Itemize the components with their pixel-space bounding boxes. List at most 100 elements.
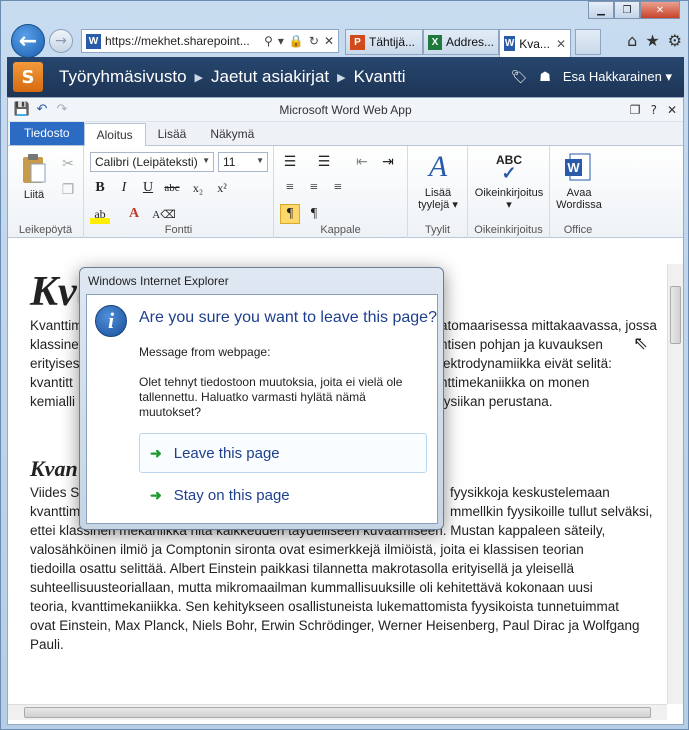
leave-page-dialog: Windows Internet Explorer i Are you sure… — [79, 267, 444, 530]
chevron-right-icon: ▶ — [194, 71, 204, 84]
sharepoint-bar: S Työryhmäsivusto ▶ Jaetut asiakirjat ▶ … — [7, 57, 684, 97]
redo-icon[interactable]: ↷ — [52, 101, 72, 119]
refresh-icon[interactable]: ↻ — [309, 34, 319, 48]
address-text: https://mekhet.sharepoint... — [105, 34, 250, 48]
svg-text:W: W — [567, 160, 580, 175]
dropdown-icon[interactable]: ▾ — [278, 34, 284, 48]
bullets-icon[interactable]: ☰ — [280, 152, 300, 172]
mouse-pointer-icon: ⇖ — [633, 333, 649, 354]
tab-word-active[interactable]: W Kva... ✕ — [499, 29, 571, 57]
cut-icon[interactable]: ✂ — [58, 154, 78, 174]
tab-label: Tähtijä... — [369, 35, 416, 49]
maximize-button[interactable]: ❐ — [614, 1, 640, 19]
user-menu[interactable]: Esa Hakkarainen ▾ — [563, 69, 672, 85]
open-in-word-button[interactable]: W Avaa Wordissa — [554, 150, 604, 211]
sharepoint-logo-icon[interactable]: S — [13, 62, 43, 92]
dialog-title: Windows Internet Explorer — [88, 274, 229, 288]
tab-file[interactable]: Tiedosto — [10, 121, 84, 145]
vertical-scrollbar[interactable] — [667, 264, 683, 704]
tab-powerpoint[interactable]: P Tähtijä... — [345, 29, 423, 55]
decrease-indent-icon[interactable]: ⇤ — [352, 152, 372, 172]
tag-icon[interactable]: 🏷 — [511, 69, 528, 85]
leave-page-button[interactable]: ➜ Leave this page — [139, 433, 427, 473]
breadcrumb-library[interactable]: Jaetut asiakirjat — [211, 67, 329, 87]
office-group: W Avaa Wordissa Office — [550, 146, 606, 238]
restore-icon[interactable]: ❐ — [630, 103, 641, 117]
forward-button[interactable]: → — [49, 29, 73, 53]
back-button[interactable]: ← — [11, 24, 45, 58]
chevron-right-icon: ▶ — [337, 71, 346, 84]
breadcrumb-site[interactable]: Työryhmäsivusto — [59, 67, 187, 87]
strikethrough-button[interactable]: abc — [162, 178, 182, 198]
tab-home[interactable]: Aloitus — [83, 123, 146, 146]
numbering-icon[interactable]: ☰ — [314, 152, 334, 172]
minimize-button[interactable]: ▁ — [588, 1, 614, 19]
more-styles-button[interactable]: A Lisää tyylejä ▾ — [414, 150, 462, 212]
help-icon[interactable]: ? — [651, 103, 657, 117]
home-icon[interactable]: ⌂ — [627, 31, 637, 50]
tab-view[interactable]: Näkymä — [198, 123, 266, 145]
group-label-clipboard: Leikepöytä — [18, 224, 73, 236]
font-size-select[interactable]: 11 ▼ — [218, 152, 268, 172]
new-tab-button[interactable] — [575, 29, 601, 55]
stay-on-page-button[interactable]: ➜ Stay on this page — [139, 475, 427, 515]
increase-indent-icon[interactable]: ⇥ — [378, 152, 398, 172]
underline-button[interactable]: U — [138, 178, 158, 198]
tab-insert[interactable]: Lisää — [146, 123, 199, 145]
ltr-icon[interactable]: ¶ — [280, 204, 300, 224]
subscript-button[interactable]: x₂ — [188, 178, 208, 198]
word-icon: W — [504, 36, 516, 51]
align-center-icon[interactable]: ≡ — [304, 178, 324, 198]
scroll-thumb[interactable] — [670, 286, 681, 344]
scroll-thumb[interactable] — [24, 707, 651, 718]
tab-excel[interactable]: X Addres... — [423, 29, 499, 55]
dialog-message: Olet tehnyt tiedostoon muutoksia, joita … — [139, 375, 403, 419]
bold-button[interactable]: B — [90, 178, 110, 198]
toolbar-icons: ⌂ ★ ⚙ — [627, 31, 682, 50]
share-icon[interactable]: ☗ — [539, 69, 551, 85]
excel-icon: X — [428, 34, 442, 50]
clear-formatting-icon[interactable]: A⌫ — [152, 204, 176, 224]
arrow-right-icon: ➜ — [150, 444, 162, 461]
ribbon: Liitä ✂ ❐ Leikepöytä Calibri (Leipätekst… — [8, 146, 683, 238]
dialog-heading: Are you sure you want to leave this page… — [139, 309, 437, 326]
horizontal-scrollbar[interactable] — [8, 704, 667, 720]
stop-icon[interactable]: ✕ — [324, 34, 334, 48]
close-app-icon[interactable]: ✕ — [667, 103, 677, 117]
settings-gear-icon[interactable]: ⚙ — [668, 31, 682, 50]
clipboard-group: Liitä ✂ ❐ Leikepöytä — [8, 146, 84, 238]
breadcrumb: Työryhmäsivusto ▶ Jaetut asiakirjat ▶ Kv… — [59, 67, 406, 87]
paste-icon — [18, 152, 50, 186]
close-window-button[interactable]: ✕ — [640, 1, 680, 19]
lock-icon[interactable]: 🔒 — [289, 34, 304, 48]
spelling-button[interactable]: ABC ✓ Oikeinkirjoitus ▾ — [470, 150, 548, 211]
rtl-icon[interactable]: ¶ — [304, 204, 324, 224]
superscript-button[interactable]: x² — [212, 178, 232, 198]
favorites-star-icon[interactable]: ★ — [645, 31, 659, 50]
paste-button[interactable]: Liitä — [14, 152, 54, 201]
italic-button[interactable]: I — [114, 178, 134, 198]
group-label-proofing: Oikeinkirjoitus — [474, 224, 543, 236]
group-label-styles: Tyylit — [424, 224, 451, 236]
align-right-icon[interactable]: ≡ — [328, 178, 348, 198]
highlight-icon[interactable]: ab — [90, 204, 110, 224]
group-label-font: Fontti — [164, 224, 193, 236]
message-label: Message from webpage: — [139, 345, 271, 359]
undo-icon[interactable]: ↶ — [32, 101, 52, 119]
navigation-bar: ← → W https://mekhet.sharepoint... ⚲ ▾ 🔒… — [1, 21, 689, 61]
font-name-select[interactable]: Calibri (Leipäteksti) ▼ — [90, 152, 214, 172]
arrow-right-icon: ➜ — [150, 486, 162, 503]
font-color-icon[interactable]: A — [124, 204, 144, 224]
paragraph-group: ☰ ☰ ⇤ ⇥ ≡ ≡ ≡ ¶ ¶ Kappale — [274, 146, 408, 238]
search-icon[interactable]: ⚲ — [264, 34, 273, 48]
align-left-icon[interactable]: ≡ — [280, 178, 300, 198]
tab-label: Addres... — [445, 35, 494, 49]
address-bar[interactable]: W https://mekhet.sharepoint... ⚲ ▾ 🔒 ↻ ✕ — [81, 29, 339, 53]
styles-icon: A — [428, 150, 448, 183]
group-label-paragraph: Kappale — [320, 224, 361, 236]
save-icon[interactable]: 💾 — [12, 101, 32, 119]
close-tab-icon[interactable]: ✕ — [556, 37, 566, 51]
window-controls: ▁ ❐ ✕ — [588, 1, 680, 19]
copy-icon[interactable]: ❐ — [58, 180, 78, 200]
quick-access-toolbar: 💾 ↶ ↷ Microsoft Word Web App ❐ ? ✕ — [8, 98, 683, 122]
